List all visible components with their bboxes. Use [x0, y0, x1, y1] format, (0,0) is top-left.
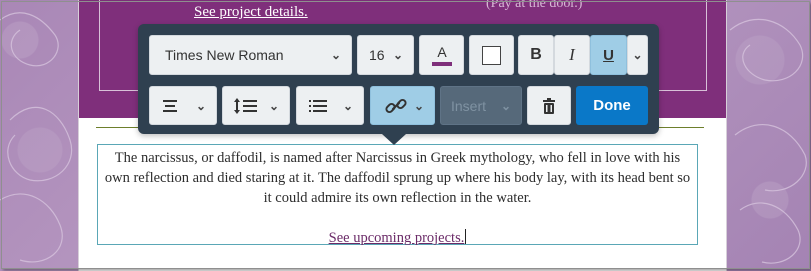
chevron-down-icon: ⌄	[195, 98, 206, 113]
list-icon	[309, 99, 327, 112]
text-color-icon: A	[431, 44, 452, 66]
link-icon	[385, 98, 407, 113]
done-button[interactable]: Done	[576, 86, 648, 125]
text-color-button[interactable]: A	[419, 35, 464, 75]
bold-icon: B	[530, 46, 542, 63]
font-family-value: Times New Roman	[165, 47, 284, 63]
italic-icon: I	[569, 45, 575, 64]
background-color-icon	[482, 45, 501, 65]
list-style-dropdown[interactable]: ⌄	[296, 86, 364, 125]
background-color-button[interactable]	[469, 35, 514, 75]
editable-text-block[interactable]: The narcissus, or daffodil, is named aft…	[97, 144, 698, 248]
chevron-down-icon: ⌄	[413, 98, 424, 113]
delete-button[interactable]	[527, 86, 571, 125]
font-family-dropdown[interactable]: Times New Roman ⌄	[149, 35, 352, 75]
font-size-dropdown[interactable]: 16 ⌄	[357, 35, 414, 75]
project-details-link[interactable]: See project details.	[194, 4, 308, 21]
underline-button[interactable]: U	[590, 35, 627, 75]
trash-icon	[543, 97, 555, 114]
chevron-down-icon: ⌄	[342, 98, 353, 113]
bold-button[interactable]: B	[518, 35, 554, 75]
upcoming-projects-link[interactable]: See upcoming projects.	[329, 230, 465, 246]
align-center-icon	[163, 99, 177, 112]
alignment-dropdown[interactable]: ⌄	[149, 86, 217, 125]
text-cursor	[465, 229, 467, 244]
chevron-down-icon: ⌄	[330, 48, 341, 62]
insert-label: Insert	[451, 97, 487, 114]
link-dropdown[interactable]: ⌄	[370, 86, 435, 125]
underline-icon: U	[603, 46, 614, 64]
line-spacing-icon	[234, 97, 257, 114]
insert-dropdown: Insert ⌄	[440, 86, 522, 125]
banner-side-text: (Pay at the door.)	[486, 0, 583, 11]
italic-button[interactable]: I	[554, 35, 590, 75]
more-formatting-dropdown[interactable]: ⌄	[627, 35, 648, 75]
chevron-down-icon: ⌄	[632, 48, 643, 62]
daffodil-paragraph: The narcissus, or daffodil, is named aft…	[104, 150, 691, 206]
chevron-down-icon: ⌄	[268, 98, 279, 113]
upcoming-projects-line: See upcoming projects.	[104, 228, 691, 248]
svg-text:A: A	[437, 44, 447, 60]
font-size-value: 16	[369, 47, 385, 63]
line-spacing-dropdown[interactable]: ⌄	[222, 86, 290, 125]
chevron-down-icon: ⌄	[500, 98, 511, 113]
text-formatting-toolbar: Times New Roman ⌄ 16 ⌄ A B I U ⌄ ⌄ ⌄ ⌄ ⌄…	[138, 24, 659, 134]
chevron-down-icon: ⌄	[392, 48, 403, 62]
toolbar-pointer	[382, 134, 406, 145]
screenshot-stage: See project details. (Pay at the door.) …	[0, 0, 811, 271]
